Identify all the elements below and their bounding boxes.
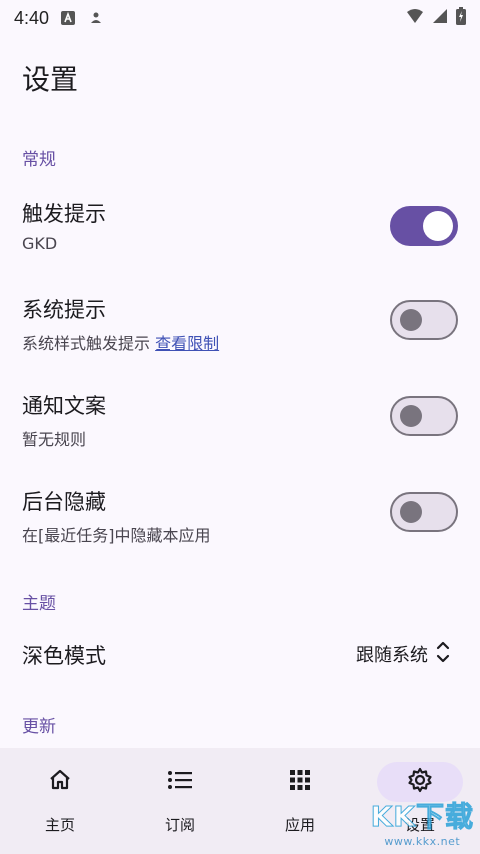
battery-icon — [456, 6, 466, 30]
trigger-hint-toggle[interactable] — [390, 206, 458, 246]
watermark-logo: KK下载 www.kkx.net — [370, 795, 474, 849]
section-header-update: 更新 — [22, 717, 56, 737]
dark-mode-select[interactable]: 跟随系统 — [356, 634, 450, 674]
unfold-icon — [436, 639, 450, 670]
notification-text-toggle[interactable] — [390, 396, 458, 436]
toggle-knob — [423, 210, 453, 241]
gear-icon — [407, 767, 433, 797]
setting-subtitle: 在[最近任务]中隐藏本应用 — [22, 526, 211, 545]
setting-system-hint[interactable]: 系统提示 系统样式触发提示 查看限制 — [0, 294, 480, 390]
nav-item-subscriptions[interactable]: 订阅 — [120, 748, 240, 854]
setting-subtitle: GKD — [22, 234, 58, 253]
system-hint-toggle[interactable] — [390, 300, 458, 340]
toggle-knob — [400, 404, 422, 427]
apps-grid-icon — [288, 768, 312, 796]
toggle-knob — [400, 308, 422, 331]
nav-item-home[interactable]: 主页 — [0, 748, 120, 854]
setting-subtitle-text: 系统样式触发提示 — [22, 334, 151, 353]
notification-person-icon — [89, 11, 103, 25]
toggle-knob — [400, 500, 422, 523]
status-bar: 4:40 — [0, 0, 480, 36]
setting-trigger-hint[interactable]: 触发提示 GKD — [0, 198, 480, 294]
setting-title: 系统提示 — [22, 298, 106, 322]
signal-icon — [432, 8, 448, 29]
nav-item-apps[interactable]: 应用 — [240, 748, 360, 854]
list-icon — [167, 768, 193, 796]
setting-subtitle: 暂无规则 — [22, 430, 87, 449]
page-title: 设置 — [22, 63, 79, 96]
nav-label: 主页 — [44, 816, 75, 834]
section-header-general: 常规 — [22, 150, 56, 170]
setting-notification-text[interactable]: 通知文案 暂无规则 — [0, 390, 480, 486]
setting-title: 触发提示 — [22, 202, 106, 226]
notification-a-icon — [61, 11, 76, 25]
status-time: 4:40 — [14, 7, 50, 28]
section-header-theme: 主题 — [22, 594, 56, 614]
dark-mode-setting[interactable]: 深色模式 跟随系统 — [0, 634, 480, 676]
setting-title: 通知文案 — [22, 394, 106, 418]
wifi-icon — [406, 8, 424, 29]
home-icon — [48, 768, 72, 796]
nav-label: 订阅 — [164, 816, 195, 834]
background-hide-toggle[interactable] — [390, 492, 458, 532]
dark-mode-label: 深色模式 — [22, 644, 106, 668]
watermark-url: www.kkx.net — [384, 835, 461, 848]
setting-subtitle: 系统样式触发提示 查看限制 — [22, 330, 219, 354]
view-limits-link[interactable]: 查看限制 — [155, 334, 219, 353]
watermark-text: KK下载 — [370, 800, 474, 834]
setting-title: 后台隐藏 — [22, 490, 106, 514]
nav-label: 应用 — [284, 816, 315, 834]
setting-background-hide[interactable]: 后台隐藏 在[最近任务]中隐藏本应用 — [0, 486, 480, 582]
dark-mode-value: 跟随系统 — [356, 645, 428, 666]
